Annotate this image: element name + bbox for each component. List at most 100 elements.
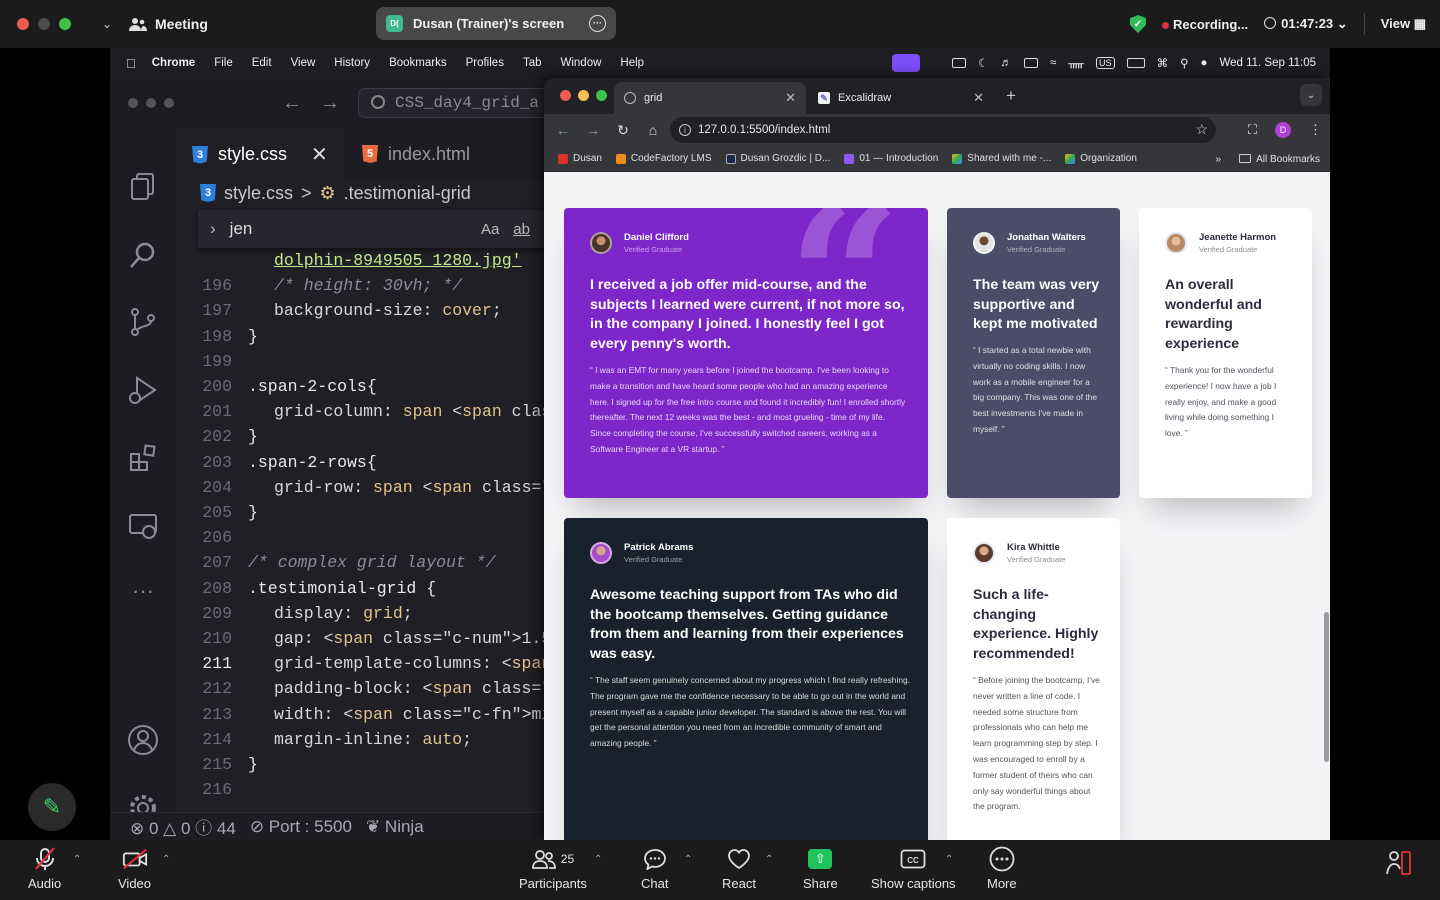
bookmark-item[interactable]: CodeFactory LMS	[615, 153, 712, 164]
run-debug-icon[interactable]	[127, 374, 159, 406]
close-window-button[interactable]	[17, 18, 29, 30]
headphones-icon[interactable]: ♬	[1000, 57, 1012, 69]
menu-help[interactable]: Help	[620, 57, 644, 69]
kebab-menu-icon[interactable]: ⋮	[1309, 122, 1322, 138]
chevron-right-icon[interactable]: ›	[210, 219, 216, 239]
react-options-caret[interactable]: ⌃	[765, 854, 773, 865]
fullscreen-window-button[interactable]	[59, 18, 71, 30]
activity-icon[interactable]: ≈	[1050, 57, 1056, 69]
participants-options-caret[interactable]: ⌃	[594, 854, 602, 865]
close-icon[interactable]: ✕	[311, 142, 328, 167]
bookmark-item[interactable]: Dusan	[558, 153, 602, 164]
recording-status[interactable]: Recording...	[1162, 17, 1248, 32]
reload-icon[interactable]: ↻	[612, 122, 634, 139]
menu-tab[interactable]: Tab	[523, 57, 542, 69]
more-button[interactable]: More	[987, 846, 1017, 891]
bookmark-item[interactable]: Shared with me -...	[952, 153, 1051, 164]
close-icon[interactable]: ✕	[973, 90, 984, 106]
bluetooth-icon[interactable]: ᚅ	[1068, 56, 1084, 70]
menu-profiles[interactable]: Profiles	[466, 57, 504, 69]
match-case-toggle[interactable]: Aa	[481, 221, 499, 238]
shared-screen-pill[interactable]: D( Dusan (Trainer)'s screen ···	[376, 7, 616, 40]
chat-options-caret[interactable]: ⌃	[684, 854, 692, 865]
address-bar[interactable]: i 127.0.0.1:5500/index.html ☆	[670, 117, 1216, 143]
menu-edit[interactable]: Edit	[252, 57, 272, 69]
control-center-icon[interactable]: ●	[1201, 57, 1208, 69]
nav-arrows[interactable]: ←→	[282, 92, 358, 115]
menu-app[interactable]: Chrome	[152, 57, 195, 69]
close-window-button[interactable]	[128, 98, 138, 108]
problems-indicator[interactable]: ⊗ 0 △ 0 ⓘ 44	[130, 814, 236, 839]
screen-share-icon[interactable]	[892, 54, 921, 72]
share-button[interactable]: ⇧ Share	[803, 846, 838, 891]
tab-style-css[interactable]: 3 style.css ✕	[176, 128, 344, 180]
display-icon[interactable]	[952, 58, 967, 68]
back-icon[interactable]: ←	[552, 122, 574, 138]
home-icon[interactable]: ⌂	[642, 122, 664, 138]
page-scrollbar[interactable]	[1324, 612, 1329, 762]
menubar-datetime[interactable]: Wed 11. Sep 11:05	[1219, 57, 1316, 69]
view-button[interactable]: View ▦	[1381, 16, 1426, 32]
fullscreen-window-button[interactable]	[164, 98, 174, 108]
audio-options-caret[interactable]: ⌃	[73, 854, 81, 865]
close-window-button[interactable]	[560, 90, 571, 101]
search-icon[interactable]	[127, 240, 159, 272]
tab-index-html[interactable]: 5 index.html	[354, 128, 470, 180]
audio-button[interactable]: Audio	[28, 846, 61, 891]
tab-grid[interactable]: grid ✕	[614, 82, 806, 114]
command-center-search[interactable]: CSS_day4_grid_a	[358, 88, 558, 118]
breadcrumb-symbol[interactable]: .testimonial-grid	[344, 183, 471, 204]
monitor-icon[interactable]	[1023, 58, 1038, 68]
moon-icon[interactable]: ☾	[978, 56, 988, 70]
tab-search-icon[interactable]: ⌄	[1300, 84, 1322, 106]
breadcrumb-file[interactable]: style.css	[224, 183, 293, 204]
live-server-port[interactable]: ⊘ Port : 5500	[250, 817, 352, 837]
menu-bookmarks[interactable]: Bookmarks	[389, 57, 447, 69]
wifi-icon[interactable]: ⌘	[1157, 56, 1169, 70]
new-tab-button[interactable]: +	[1006, 86, 1016, 106]
meeting-menu[interactable]: Meeting	[129, 16, 208, 32]
meeting-timer[interactable]: 01:47:23 ⌄	[1264, 16, 1348, 32]
more-views-icon[interactable]: ···	[127, 578, 159, 610]
profile-avatar[interactable]: D	[1275, 122, 1291, 138]
extensions-icon[interactable]	[127, 442, 159, 474]
chevron-down-icon[interactable]: ⌄	[99, 16, 115, 32]
all-bookmarks-button[interactable]: All Bookmarks	[1239, 153, 1320, 165]
video-options-caret[interactable]: ⌃	[162, 854, 170, 865]
menu-history[interactable]: History	[334, 57, 370, 69]
chat-button[interactable]: Chat	[641, 846, 668, 891]
react-button[interactable]: React	[722, 846, 756, 891]
more-bookmarks-icon[interactable]: »	[1216, 154, 1222, 165]
explorer-icon[interactable]	[127, 170, 159, 202]
close-icon[interactable]: ✕	[785, 90, 796, 106]
bookmark-star-icon[interactable]: ☆	[1195, 121, 1208, 138]
bookmark-item[interactable]: Organization	[1065, 153, 1137, 164]
bookmark-item[interactable]: Dusan Grozdic | D...	[725, 153, 830, 164]
forward-icon[interactable]: →	[582, 122, 604, 138]
minimize-window-button[interactable]	[578, 90, 589, 101]
captions-button[interactable]: CC Show captions	[871, 846, 956, 891]
tab-excalidraw[interactable]: ✎ Excalidraw ✕	[808, 82, 994, 114]
spotlight-search-icon[interactable]: ⚲	[1180, 56, 1188, 70]
more-options-icon[interactable]: ···	[589, 15, 606, 32]
ninja-extension[interactable]: ❦ Ninja	[366, 817, 424, 837]
captions-options-caret[interactable]: ⌃	[945, 854, 953, 865]
video-button[interactable]: Video	[118, 846, 151, 891]
minimize-window-button[interactable]	[38, 18, 50, 30]
participants-button[interactable]: 25 Participants	[519, 846, 587, 891]
account-icon[interactable]	[127, 724, 159, 756]
remote-explorer-icon[interactable]	[127, 510, 159, 542]
fullscreen-window-button[interactable]	[596, 90, 607, 101]
site-info-icon[interactable]: i	[679, 124, 691, 136]
match-word-toggle[interactable]: ab	[513, 221, 530, 238]
source-control-icon[interactable]	[127, 306, 159, 338]
extensions-puzzle-icon[interactable]: ⛶	[1248, 122, 1257, 138]
apple-icon[interactable]: 	[126, 56, 136, 71]
battery-icon[interactable]	[1126, 58, 1145, 68]
menu-file[interactable]: File	[214, 57, 233, 69]
annotate-pencil-icon[interactable]: ✎	[28, 783, 76, 831]
find-input[interactable]: jen	[230, 219, 253, 239]
minimize-window-button[interactable]	[146, 98, 156, 108]
menu-view[interactable]: View	[291, 57, 316, 69]
leave-avatar-icon[interactable]	[1384, 850, 1412, 881]
